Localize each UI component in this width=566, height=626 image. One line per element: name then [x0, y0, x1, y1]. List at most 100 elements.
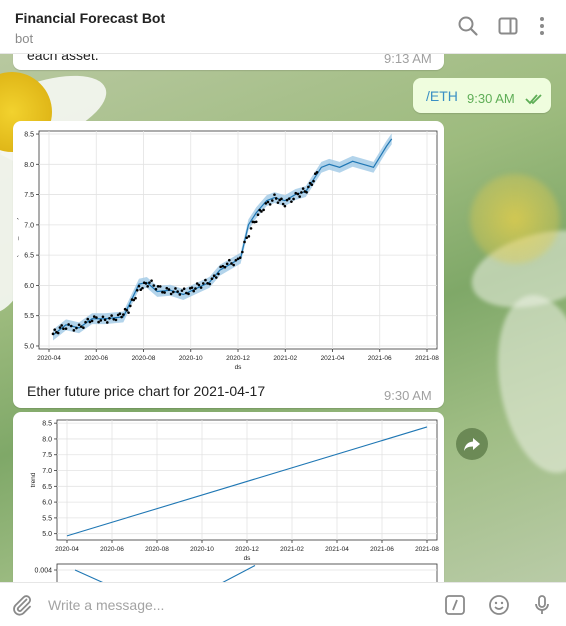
data-point — [144, 282, 148, 285]
data-point — [187, 292, 190, 296]
data-point — [150, 279, 153, 282]
data-point — [301, 187, 305, 190]
x-axis-label: ds — [235, 364, 243, 371]
data-point — [105, 321, 109, 324]
attach-icon[interactable] — [10, 593, 34, 617]
data-point — [201, 282, 205, 285]
y-tick-label: 6.0 — [24, 283, 34, 290]
data-point — [67, 323, 70, 326]
data-point — [197, 283, 201, 287]
plot-area — [56, 563, 438, 582]
sidebar-toggle-icon[interactable] — [496, 14, 520, 38]
data-point — [72, 329, 76, 332]
data-point — [163, 291, 166, 294]
data-point — [296, 192, 300, 196]
data-point — [58, 326, 62, 329]
data-point — [120, 315, 123, 319]
data-point — [307, 185, 310, 189]
data-point — [182, 287, 186, 291]
microphone-icon[interactable] — [530, 593, 554, 617]
data-point — [280, 197, 283, 201]
chat-header: Financial Forecast Bot bot — [0, 0, 566, 54]
message-bubble-bot[interactable]: 5.0 5.5 6.0 6.5 7.0 7.5 8.0 8.5 2020-04 2020-06 20… — [13, 412, 444, 582]
data-point — [204, 278, 207, 282]
message-bubble-bot[interactable]: each asset. 9:13 AM — [13, 54, 444, 70]
data-point — [247, 235, 251, 238]
share-button[interactable] — [456, 428, 488, 460]
y-tick-label: 6.5 — [24, 253, 34, 260]
data-point — [125, 308, 129, 312]
data-point — [194, 287, 197, 290]
data-point — [62, 327, 65, 331]
data-point — [118, 312, 122, 316]
data-point — [134, 296, 137, 300]
data-point — [192, 289, 196, 293]
data-point — [276, 201, 280, 204]
forecast-chart: 5.0 5.5 6.0 6.5 7.0 7.5 8.0 8.5 2020-04 2020-06 20… — [12, 130, 439, 371]
chat-title[interactable]: Financial Forecast Bot — [15, 10, 165, 26]
data-point — [264, 202, 268, 205]
data-point — [110, 314, 113, 317]
data-point — [108, 316, 111, 320]
x-tick-label: 2021-04 — [321, 355, 345, 362]
data-point — [135, 289, 139, 292]
message-time: 9:13 AM — [384, 54, 432, 66]
data-point — [148, 281, 151, 284]
data-point — [208, 282, 212, 286]
y-tick-label: 7.0 — [24, 222, 34, 229]
data-point — [180, 289, 184, 292]
data-point — [249, 227, 253, 230]
double-check-icon — [525, 94, 542, 105]
chart-image[interactable]: 5.0 5.5 6.0 6.5 7.0 7.5 8.0 8.5 2020-04 2020-06 20… — [12, 125, 440, 372]
command-link[interactable]: /ETH — [426, 88, 458, 104]
data-point — [99, 319, 103, 322]
data-point — [230, 262, 233, 265]
x-tick-label: 2021-06 — [370, 546, 394, 553]
data-point — [51, 332, 55, 336]
data-point — [315, 171, 319, 174]
data-point — [232, 263, 235, 267]
data-point — [310, 183, 314, 187]
data-point — [273, 193, 276, 196]
search-icon[interactable] — [456, 14, 480, 38]
message-bubble-user[interactable]: /ETH 9:30 AM — [413, 78, 551, 113]
data-point — [114, 318, 118, 322]
y-tick-label: 7.5 — [24, 192, 34, 199]
y-tick-label: 5.5 — [42, 515, 52, 522]
chart-caption: Ether future price chart for 2021-04-17 — [27, 383, 266, 399]
x-tick-label: 2021-08 — [415, 355, 439, 362]
x-tick-label: 2021-08 — [415, 546, 439, 553]
data-point — [169, 292, 173, 296]
message-input[interactable] — [48, 594, 428, 616]
y-tick-label: 5.5 — [24, 313, 34, 320]
data-point — [69, 324, 73, 328]
y-tick-label: 5.0 — [42, 531, 52, 538]
x-tick-label: 2020-10 — [190, 546, 214, 553]
data-point — [283, 204, 287, 208]
chart-image[interactable]: 5.0 5.5 6.0 6.5 7.0 7.5 8.0 8.5 2020-04 2020-06 20… — [17, 416, 440, 582]
data-point — [82, 326, 85, 330]
x-tick-label: 2021-02 — [280, 546, 304, 553]
data-point — [137, 284, 141, 288]
data-point — [176, 290, 179, 293]
y-tick-label: 8.0 — [42, 436, 52, 443]
more-vertical-icon[interactable] — [530, 14, 554, 38]
data-point — [95, 316, 98, 319]
data-point — [243, 240, 246, 244]
x-tick-label: 2020-08 — [145, 546, 169, 553]
data-point — [77, 323, 81, 327]
data-point — [199, 286, 203, 289]
data-point — [146, 285, 149, 288]
data-point — [298, 195, 301, 198]
data-point — [271, 199, 274, 202]
data-point — [290, 200, 293, 203]
data-point — [254, 220, 258, 224]
bot-commands-icon[interactable] — [443, 593, 467, 617]
data-point — [127, 311, 130, 314]
x-axis-label: ds — [244, 555, 252, 562]
data-point — [217, 272, 220, 276]
emoji-icon[interactable] — [487, 593, 511, 617]
message-bubble-bot[interactable]: 5.0 5.5 6.0 6.5 7.0 7.5 8.0 8.5 2020-04 2020-06 20… — [12, 121, 444, 408]
y-tick-label: 7.5 — [42, 452, 52, 459]
data-point — [60, 324, 63, 327]
